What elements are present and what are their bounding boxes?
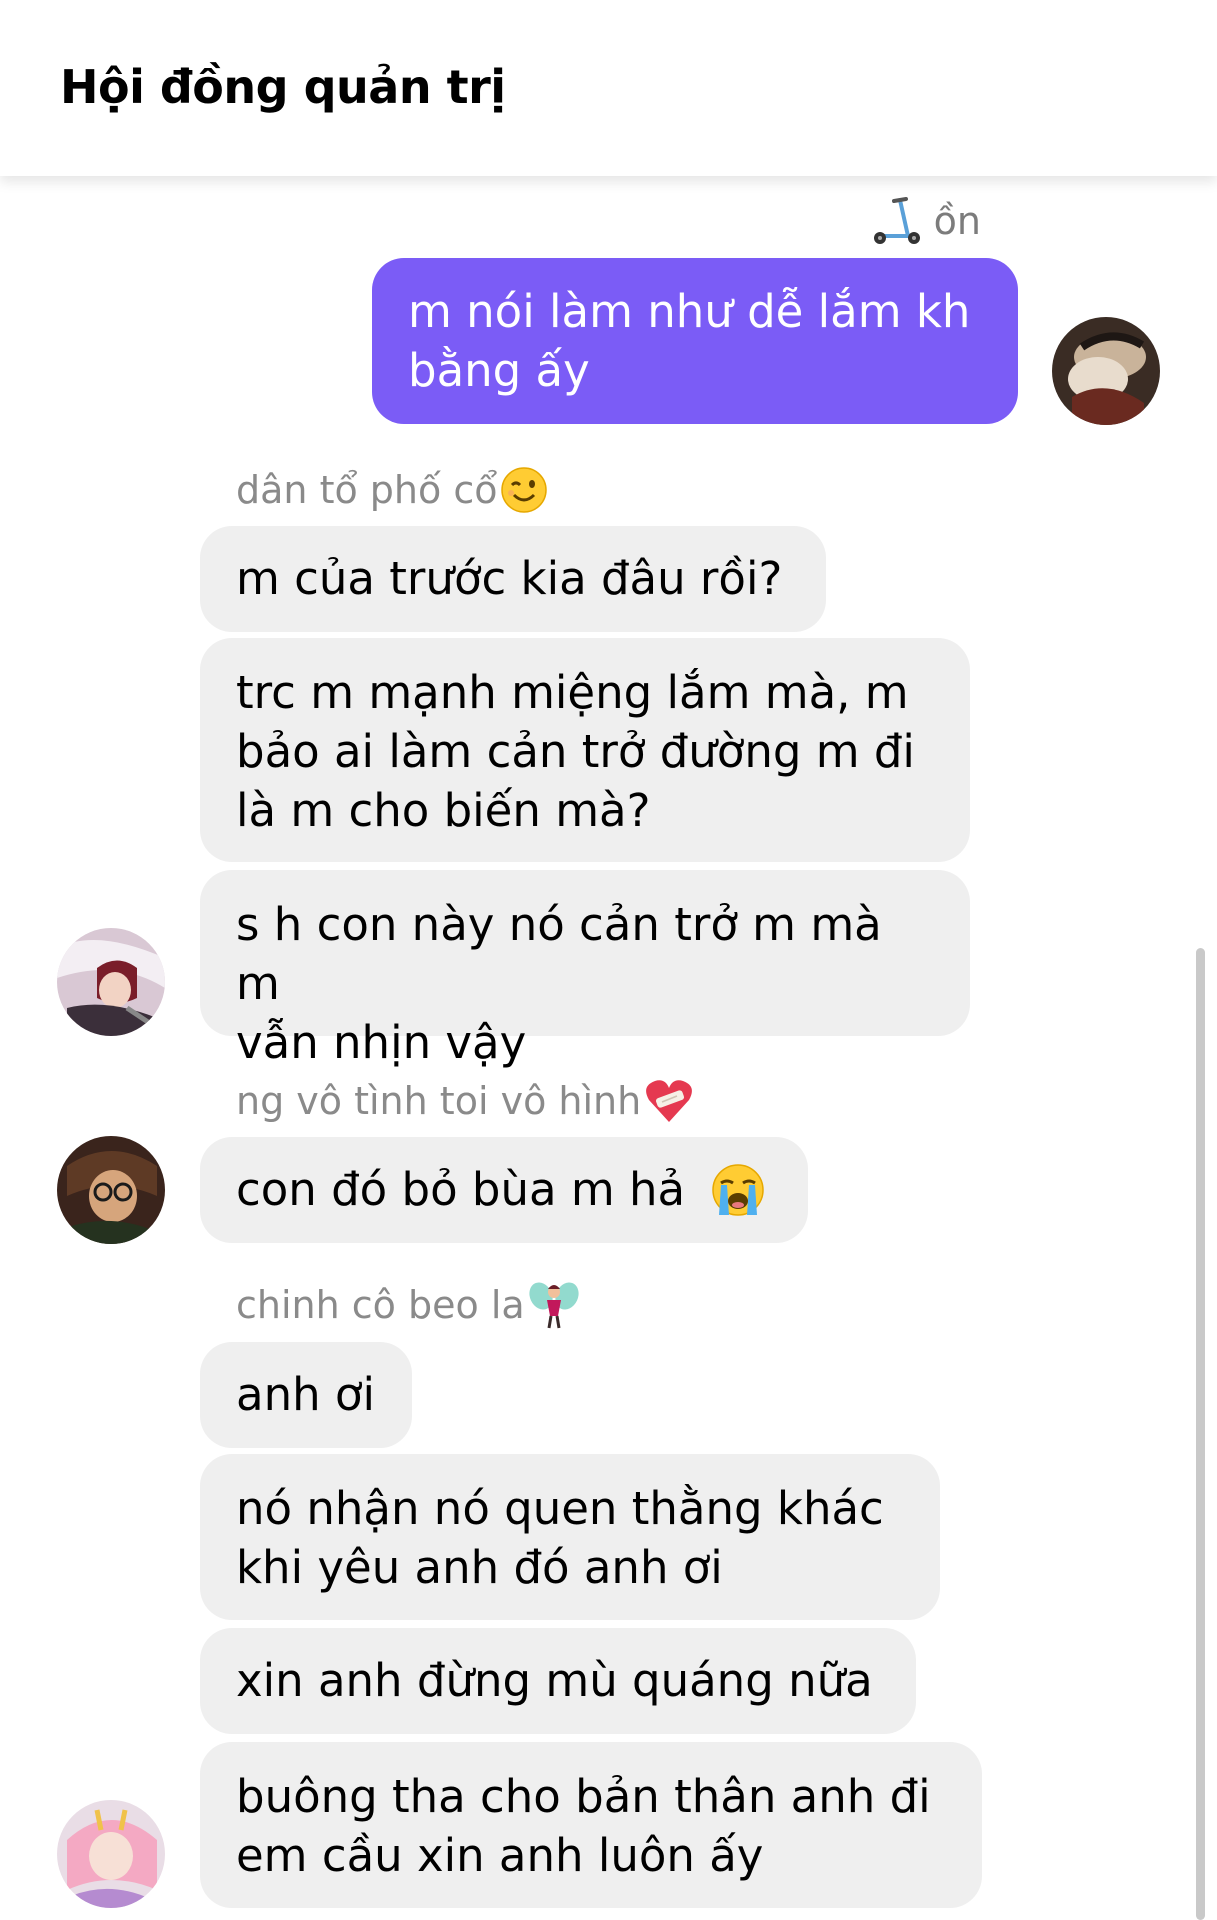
sender-name: ng vô tình toi vô hình <box>236 1076 695 1126</box>
message-line: trc m mạnh miệng lắm mà, m <box>236 666 909 719</box>
incoming-message[interactable]: m của trước kia đâu rồi? <box>200 526 826 632</box>
avatar-image <box>57 1136 165 1244</box>
sender-name-text: chinh cô beo la <box>236 1283 525 1327</box>
sender-name-text: dân tổ phố cổ <box>236 468 498 512</box>
incoming-message[interactable]: con đó bỏ bùa m hả <box>200 1137 808 1243</box>
chat-title[interactable]: Hội đồng quản trị <box>60 60 506 114</box>
avatar-sender-1[interactable] <box>57 928 165 1036</box>
incoming-message[interactable]: buông tha cho bản thân anh đi em cầu xin… <box>200 1742 982 1908</box>
chat-header: Hội đồng quản trị <box>0 0 1217 176</box>
avatar-image <box>57 928 165 1036</box>
kick-scooter-icon <box>873 197 920 244</box>
incoming-message[interactable]: trc m mạnh miệng lắm mà, m bảo ai làm cả… <box>200 638 970 862</box>
message-line: buông tha cho bản thân anh đi <box>236 1770 931 1823</box>
sender-name: dân tổ phố cổ <box>236 465 549 515</box>
winking-face-icon <box>501 467 548 513</box>
message-line: s h con này nó cản trở m mà m <box>236 898 882 1010</box>
incoming-message[interactable]: anh ơi <box>200 1342 412 1448</box>
avatar-sender-2[interactable] <box>57 1136 165 1244</box>
message-line: m nói làm như dễ lắm kh <box>408 285 971 338</box>
read-receipt: ồn <box>870 196 981 246</box>
message-line: m của trước kia đâu rồi? <box>236 552 783 605</box>
message-line: khi yêu anh đó anh ơi <box>236 1541 723 1594</box>
scrollbar[interactable] <box>1196 948 1205 1920</box>
outgoing-message[interactable]: m nói làm như dễ lắm kh bằng ấy <box>372 258 1018 424</box>
message-line: vẫn nhịn vậy <box>236 1016 527 1069</box>
mending-heart-icon <box>646 1080 693 1122</box>
avatar-self[interactable] <box>1052 317 1160 425</box>
loudly-crying-face-icon <box>712 1164 765 1216</box>
incoming-message[interactable]: s h con này nó cản trở m mà m vẫn nhịn v… <box>200 870 970 1069</box>
message-line: xin anh đừng mù quáng nữa <box>236 1654 873 1707</box>
message-line: bằng ấy <box>408 344 590 397</box>
avatar-sender-3[interactable] <box>57 1800 165 1908</box>
reader-name: ồn <box>933 199 981 243</box>
sender-name: chinh cô beo la <box>236 1278 581 1332</box>
incoming-message[interactable]: nó nhận nó quen thằng khác khi yêu anh đ… <box>200 1454 940 1620</box>
sender-name-text: ng vô tình toi vô hình <box>236 1079 642 1123</box>
message-line: bảo ai làm cản trở đường m đi <box>236 725 915 778</box>
avatar-image <box>57 1800 165 1908</box>
message-text: con đó bỏ bùa m hả <box>236 1163 686 1216</box>
message-line: là m cho biến mà? <box>236 784 651 837</box>
avatar-image <box>1052 317 1160 425</box>
message-line: nó nhận nó quen thằng khác <box>236 1482 884 1535</box>
message-line: em cầu xin anh luôn ấy <box>236 1829 764 1882</box>
message-line: anh ơi <box>236 1368 375 1421</box>
fairy-icon <box>529 1282 579 1329</box>
incoming-message[interactable]: xin anh đừng mù quáng nữa <box>200 1628 916 1734</box>
